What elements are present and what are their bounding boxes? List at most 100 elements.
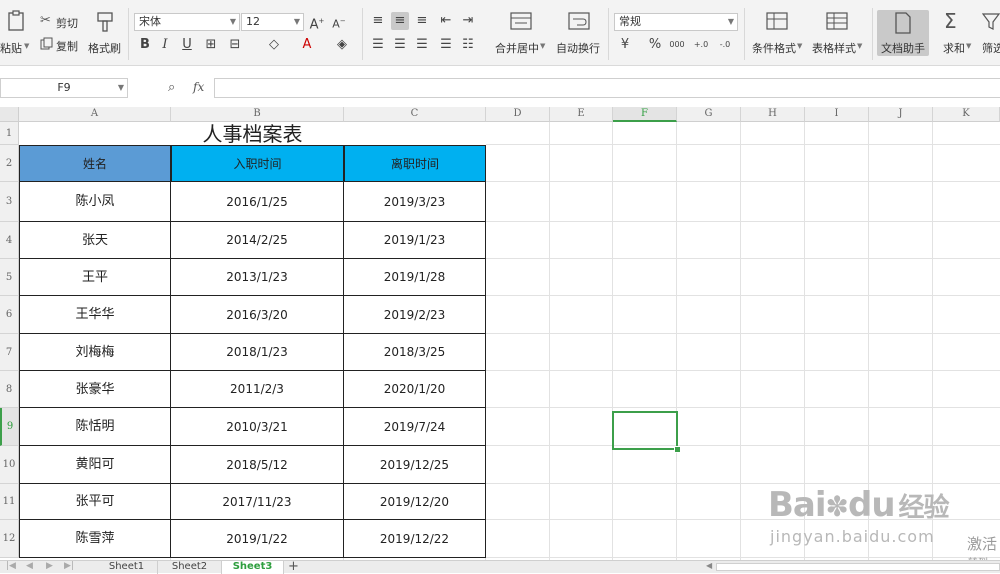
date-cell[interactable]: 2011/2/3 (171, 371, 344, 408)
row-header-10[interactable]: 10 (0, 446, 19, 484)
date-cell[interactable]: 2019/1/23 (344, 222, 486, 259)
sum-button[interactable]: Σ 求和 ▼ (938, 8, 972, 60)
row-header-12[interactable]: 12 (0, 520, 19, 558)
table-title[interactable]: 人事档案表 (19, 122, 486, 146)
font-name-select[interactable]: 宋体 ▼ (134, 13, 240, 31)
align-left-icon[interactable]: ☰ (369, 36, 387, 54)
row-header-6[interactable]: 6 (0, 296, 19, 334)
date-cell[interactable]: 2019/12/22 (344, 520, 486, 558)
date-cell[interactable]: 2019/1/22 (171, 520, 344, 558)
name-cell[interactable]: 张平可 (19, 484, 171, 520)
header-cell[interactable]: 姓名 (19, 145, 171, 182)
font-color-icon[interactable]: A (298, 36, 316, 54)
name-cell[interactable]: 王平 (19, 259, 171, 296)
distribute-icon[interactable]: ☷ (459, 36, 477, 54)
prev-sheet-icon[interactable]: ◀ (26, 561, 33, 571)
align-middle-icon[interactable]: ≡ (391, 12, 409, 30)
filter-button[interactable]: 筛选 (978, 8, 1000, 60)
thousands-button[interactable]: 000 (668, 36, 686, 54)
date-cell[interactable]: 2019/12/20 (344, 484, 486, 520)
clear-format-icon[interactable]: ◈ (333, 36, 351, 54)
row-header-8[interactable]: 8 (0, 371, 19, 408)
date-cell[interactable]: 2017/11/23 (171, 484, 344, 520)
row-header-9[interactable]: 9 (0, 408, 19, 446)
add-sheet-icon[interactable]: + (288, 559, 299, 574)
next-sheet-icon[interactable]: ▶ (46, 561, 53, 571)
indent-increase-icon[interactable]: ⇥ (459, 12, 477, 30)
date-cell[interactable]: 2016/3/20 (171, 296, 344, 334)
name-box[interactable]: F9 ▼ (0, 78, 128, 98)
name-cell[interactable]: 黄阳可 (19, 446, 171, 484)
italic-button[interactable]: I (156, 36, 174, 54)
cut-button[interactable]: ✂ 剪切 (40, 14, 82, 30)
fx-icon[interactable]: fx (193, 80, 204, 94)
decrease-font-icon[interactable]: A− (330, 12, 348, 31)
fill-color-icon[interactable]: ◇ (265, 36, 283, 54)
column-header-d[interactable]: D (486, 107, 550, 122)
cell-style-icon[interactable]: ⊟ (226, 36, 244, 54)
row-header-5[interactable]: 5 (0, 259, 19, 296)
wrap-text-button[interactable]: 自动换行 (554, 8, 604, 60)
scroll-left-icon[interactable]: ◀ (706, 561, 712, 570)
fill-handle[interactable] (674, 446, 681, 453)
horizontal-scrollbar[interactable] (716, 563, 1000, 571)
select-all-corner[interactable] (0, 107, 19, 122)
column-header-k[interactable]: K (933, 107, 1000, 122)
underline-button[interactable]: U (178, 36, 196, 54)
date-cell[interactable]: 2019/1/28 (344, 259, 486, 296)
column-header-e[interactable]: E (550, 107, 613, 122)
name-cell[interactable]: 陈雪萍 (19, 520, 171, 558)
first-sheet-icon[interactable]: |◀ (6, 561, 16, 571)
increase-decimal-button[interactable]: +.0 (692, 36, 710, 54)
name-cell[interactable]: 张豪华 (19, 371, 171, 408)
date-cell[interactable]: 2019/3/23 (344, 182, 486, 222)
column-header-h[interactable]: H (741, 107, 805, 122)
column-header-c[interactable]: C (344, 107, 486, 122)
date-cell[interactable]: 2018/1/23 (171, 334, 344, 371)
column-header-g[interactable]: G (677, 107, 741, 122)
increase-font-icon[interactable]: A+ (308, 12, 326, 32)
column-header-i[interactable]: I (805, 107, 869, 122)
date-cell[interactable]: 2019/12/25 (344, 446, 486, 484)
copy-button[interactable]: 复制 (40, 37, 82, 53)
merge-center-button[interactable]: 合并居中 ▼ (492, 8, 548, 60)
currency-icon[interactable]: ¥ (616, 36, 634, 54)
date-cell[interactable]: 2013/1/23 (171, 259, 344, 296)
selected-cell[interactable] (612, 411, 678, 450)
align-top-icon[interactable]: ≡ (369, 12, 387, 30)
sheet-tab-3[interactable]: Sheet3 (222, 561, 284, 574)
header-cell[interactable]: 入职时间 (171, 145, 344, 182)
zoom-icon[interactable]: ⌕ (168, 80, 175, 95)
name-cell[interactable]: 陈小凤 (19, 182, 171, 222)
date-cell[interactable]: 2016/1/25 (171, 182, 344, 222)
name-cell[interactable]: 张天 (19, 222, 171, 259)
date-cell[interactable]: 2019/2/23 (344, 296, 486, 334)
border-icon[interactable]: ⊞ (202, 36, 220, 54)
sheet-tab-2[interactable]: Sheet2 (158, 561, 222, 574)
column-header-j[interactable]: J (869, 107, 933, 122)
column-header-b[interactable]: B (171, 107, 344, 122)
date-cell[interactable]: 2018/3/25 (344, 334, 486, 371)
formula-input[interactable] (214, 78, 1000, 98)
table-style-button[interactable]: 表格样式 ▼ (810, 8, 866, 60)
date-cell[interactable]: 2018/5/12 (171, 446, 344, 484)
row-header-2[interactable]: 2 (0, 145, 19, 182)
decrease-decimal-button[interactable]: -.0 (716, 36, 734, 54)
row-header-7[interactable]: 7 (0, 334, 19, 371)
row-header-3[interactable]: 3 (0, 182, 19, 222)
row-header-4[interactable]: 4 (0, 222, 19, 259)
date-cell[interactable]: 2019/7/24 (344, 408, 486, 446)
doc-assistant-button[interactable]: 文档助手 (877, 10, 929, 56)
name-cell[interactable]: 王华华 (19, 296, 171, 334)
row-header-1[interactable]: 1 (0, 122, 19, 145)
align-bottom-icon[interactable]: ≡ (413, 12, 431, 30)
date-cell[interactable]: 2014/2/25 (171, 222, 344, 259)
name-cell[interactable]: 刘梅梅 (19, 334, 171, 371)
align-right-icon[interactable]: ☰ (413, 36, 431, 54)
percent-button[interactable]: % (646, 36, 664, 54)
justify-icon[interactable]: ☰ (437, 36, 455, 54)
format-painter-button[interactable]: 格式刷 (88, 8, 122, 60)
column-header-f[interactable]: F (613, 107, 677, 122)
paste-button[interactable]: 粘贴 ▼ (0, 8, 30, 60)
sheet-tab-1[interactable]: Sheet1 (96, 561, 158, 574)
